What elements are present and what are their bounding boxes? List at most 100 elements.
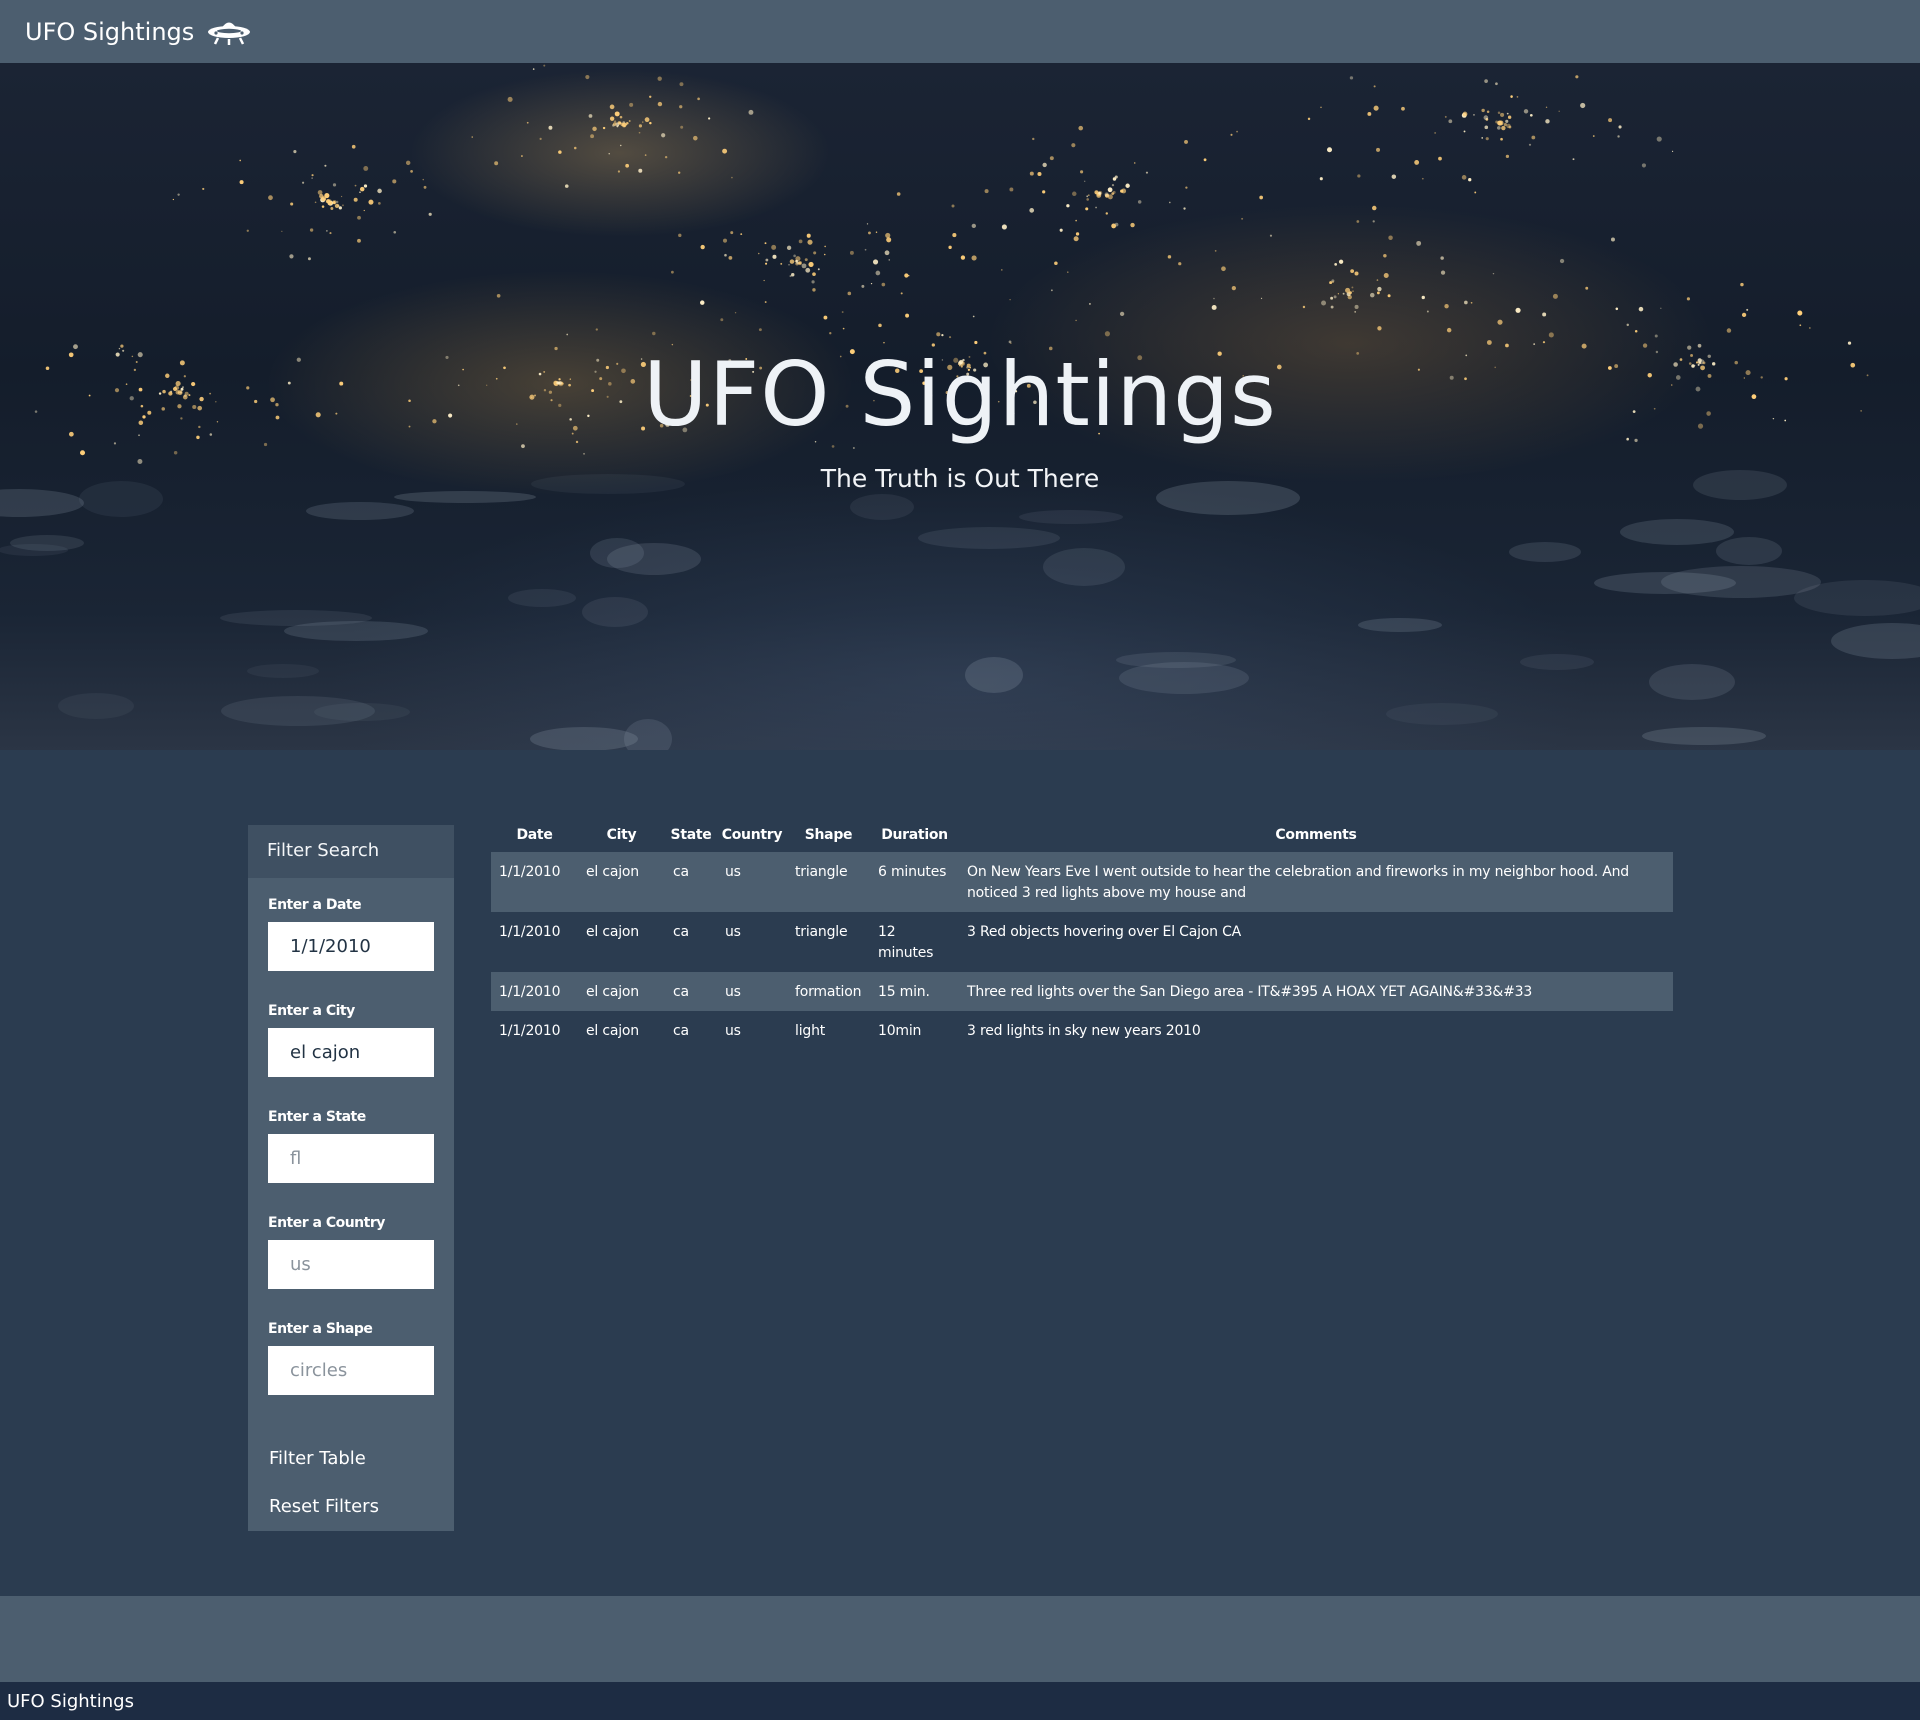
city-light xyxy=(293,150,297,154)
city-light xyxy=(246,229,249,232)
city-light xyxy=(1740,282,1744,287)
date-input[interactable] xyxy=(268,922,434,971)
city-light xyxy=(788,263,790,266)
city-light xyxy=(1213,297,1215,300)
city-light xyxy=(359,186,365,192)
city-light xyxy=(812,272,816,277)
shape-input[interactable] xyxy=(268,1346,434,1395)
city-light xyxy=(1241,217,1244,220)
city-light xyxy=(849,250,854,255)
filter-group-country: Enter a Country xyxy=(248,1215,454,1289)
city-light xyxy=(628,120,631,122)
city-light xyxy=(671,270,674,274)
navbar-brand[interactable]: UFO Sightings xyxy=(25,16,252,48)
filter-heading: Filter Search xyxy=(248,825,454,878)
filter-group-city: Enter a City xyxy=(248,1003,454,1077)
city-light xyxy=(1373,105,1379,111)
city-light xyxy=(1505,119,1509,123)
city-light xyxy=(1686,297,1690,301)
city-light xyxy=(564,184,569,188)
city-light xyxy=(1349,76,1354,80)
city-light xyxy=(1383,253,1387,258)
city-light xyxy=(971,223,977,229)
city-light xyxy=(811,280,815,284)
city-light xyxy=(936,332,941,337)
cell-comments: On New Years Eve I went outside to hear … xyxy=(959,852,1673,912)
city-input[interactable] xyxy=(268,1028,434,1077)
city-light xyxy=(363,184,368,188)
city-light xyxy=(289,254,294,259)
state-input[interactable] xyxy=(268,1134,434,1183)
city-light xyxy=(1326,147,1333,153)
city-light xyxy=(764,242,767,245)
city-light xyxy=(592,126,597,132)
city-light xyxy=(1037,171,1042,177)
city-light xyxy=(700,300,705,305)
city-light xyxy=(1084,180,1086,182)
city-light xyxy=(602,126,606,130)
cell-country: us xyxy=(717,852,787,912)
city-light xyxy=(1337,293,1339,295)
city-light xyxy=(884,250,890,256)
cloud xyxy=(1716,537,1782,565)
city-light xyxy=(793,254,796,258)
city-light xyxy=(1071,143,1076,148)
city-light xyxy=(332,201,336,205)
city-light xyxy=(1302,305,1306,309)
city-light xyxy=(875,270,881,276)
reset-filters-button[interactable]: Reset Filters xyxy=(269,1496,379,1517)
city-light xyxy=(357,238,361,243)
city-light xyxy=(393,230,397,234)
city-light xyxy=(609,104,615,110)
city-light xyxy=(1426,310,1429,313)
filter-table-button[interactable]: Filter Table xyxy=(269,1448,366,1469)
cell-comments: 3 red lights in sky new years 2010 xyxy=(967,1023,1201,1039)
city-light xyxy=(1095,206,1097,209)
city-light xyxy=(1481,137,1484,139)
shape-label: Enter a Shape xyxy=(268,1321,373,1337)
table-row: 1/1/2010 el cajon ca us triangle 12 minu… xyxy=(491,912,1673,972)
filter-panel: Filter Search Enter a Date Enter a City … xyxy=(248,825,454,1531)
city-light xyxy=(428,212,432,216)
city-light xyxy=(1178,262,1182,266)
city-light xyxy=(638,124,643,128)
city-light xyxy=(1307,117,1311,121)
city-light xyxy=(1321,300,1327,306)
filter-group-shape: Enter a Shape xyxy=(248,1321,454,1395)
cloud xyxy=(1116,652,1236,668)
city-light xyxy=(878,323,882,328)
city-light xyxy=(805,267,811,273)
city-light xyxy=(1468,178,1472,182)
city-light xyxy=(281,230,283,233)
city-light xyxy=(332,183,337,187)
city-light xyxy=(806,233,811,238)
cell-city: el cajon xyxy=(586,924,639,940)
city-light xyxy=(290,202,294,206)
city-light xyxy=(1626,323,1630,327)
country-input[interactable] xyxy=(268,1240,434,1289)
city-light xyxy=(239,159,241,162)
city-light xyxy=(728,255,733,260)
cloud xyxy=(58,693,134,719)
table-header: Date City State Country Shape Duration C… xyxy=(491,818,1673,852)
cloud xyxy=(1620,519,1734,545)
city-light xyxy=(1130,222,1135,228)
cell-country: us xyxy=(717,972,787,1011)
city-light xyxy=(1111,223,1117,229)
city-light xyxy=(1545,119,1550,124)
city-light xyxy=(1009,298,1011,301)
cloud xyxy=(0,489,84,517)
city-light xyxy=(619,122,621,124)
cloud xyxy=(530,727,638,750)
city-light xyxy=(948,245,952,250)
city-light xyxy=(700,244,705,250)
city-light xyxy=(951,204,955,208)
table-row: 1/1/2010 el cajon ca us triangle 6 minut… xyxy=(491,852,1673,912)
city-light xyxy=(1617,135,1620,138)
city-light xyxy=(1608,118,1613,123)
city-light xyxy=(1125,183,1130,188)
city-light xyxy=(866,223,869,225)
city-light xyxy=(771,244,777,250)
city-light xyxy=(812,288,816,292)
cell-shape: triangle xyxy=(787,852,870,912)
